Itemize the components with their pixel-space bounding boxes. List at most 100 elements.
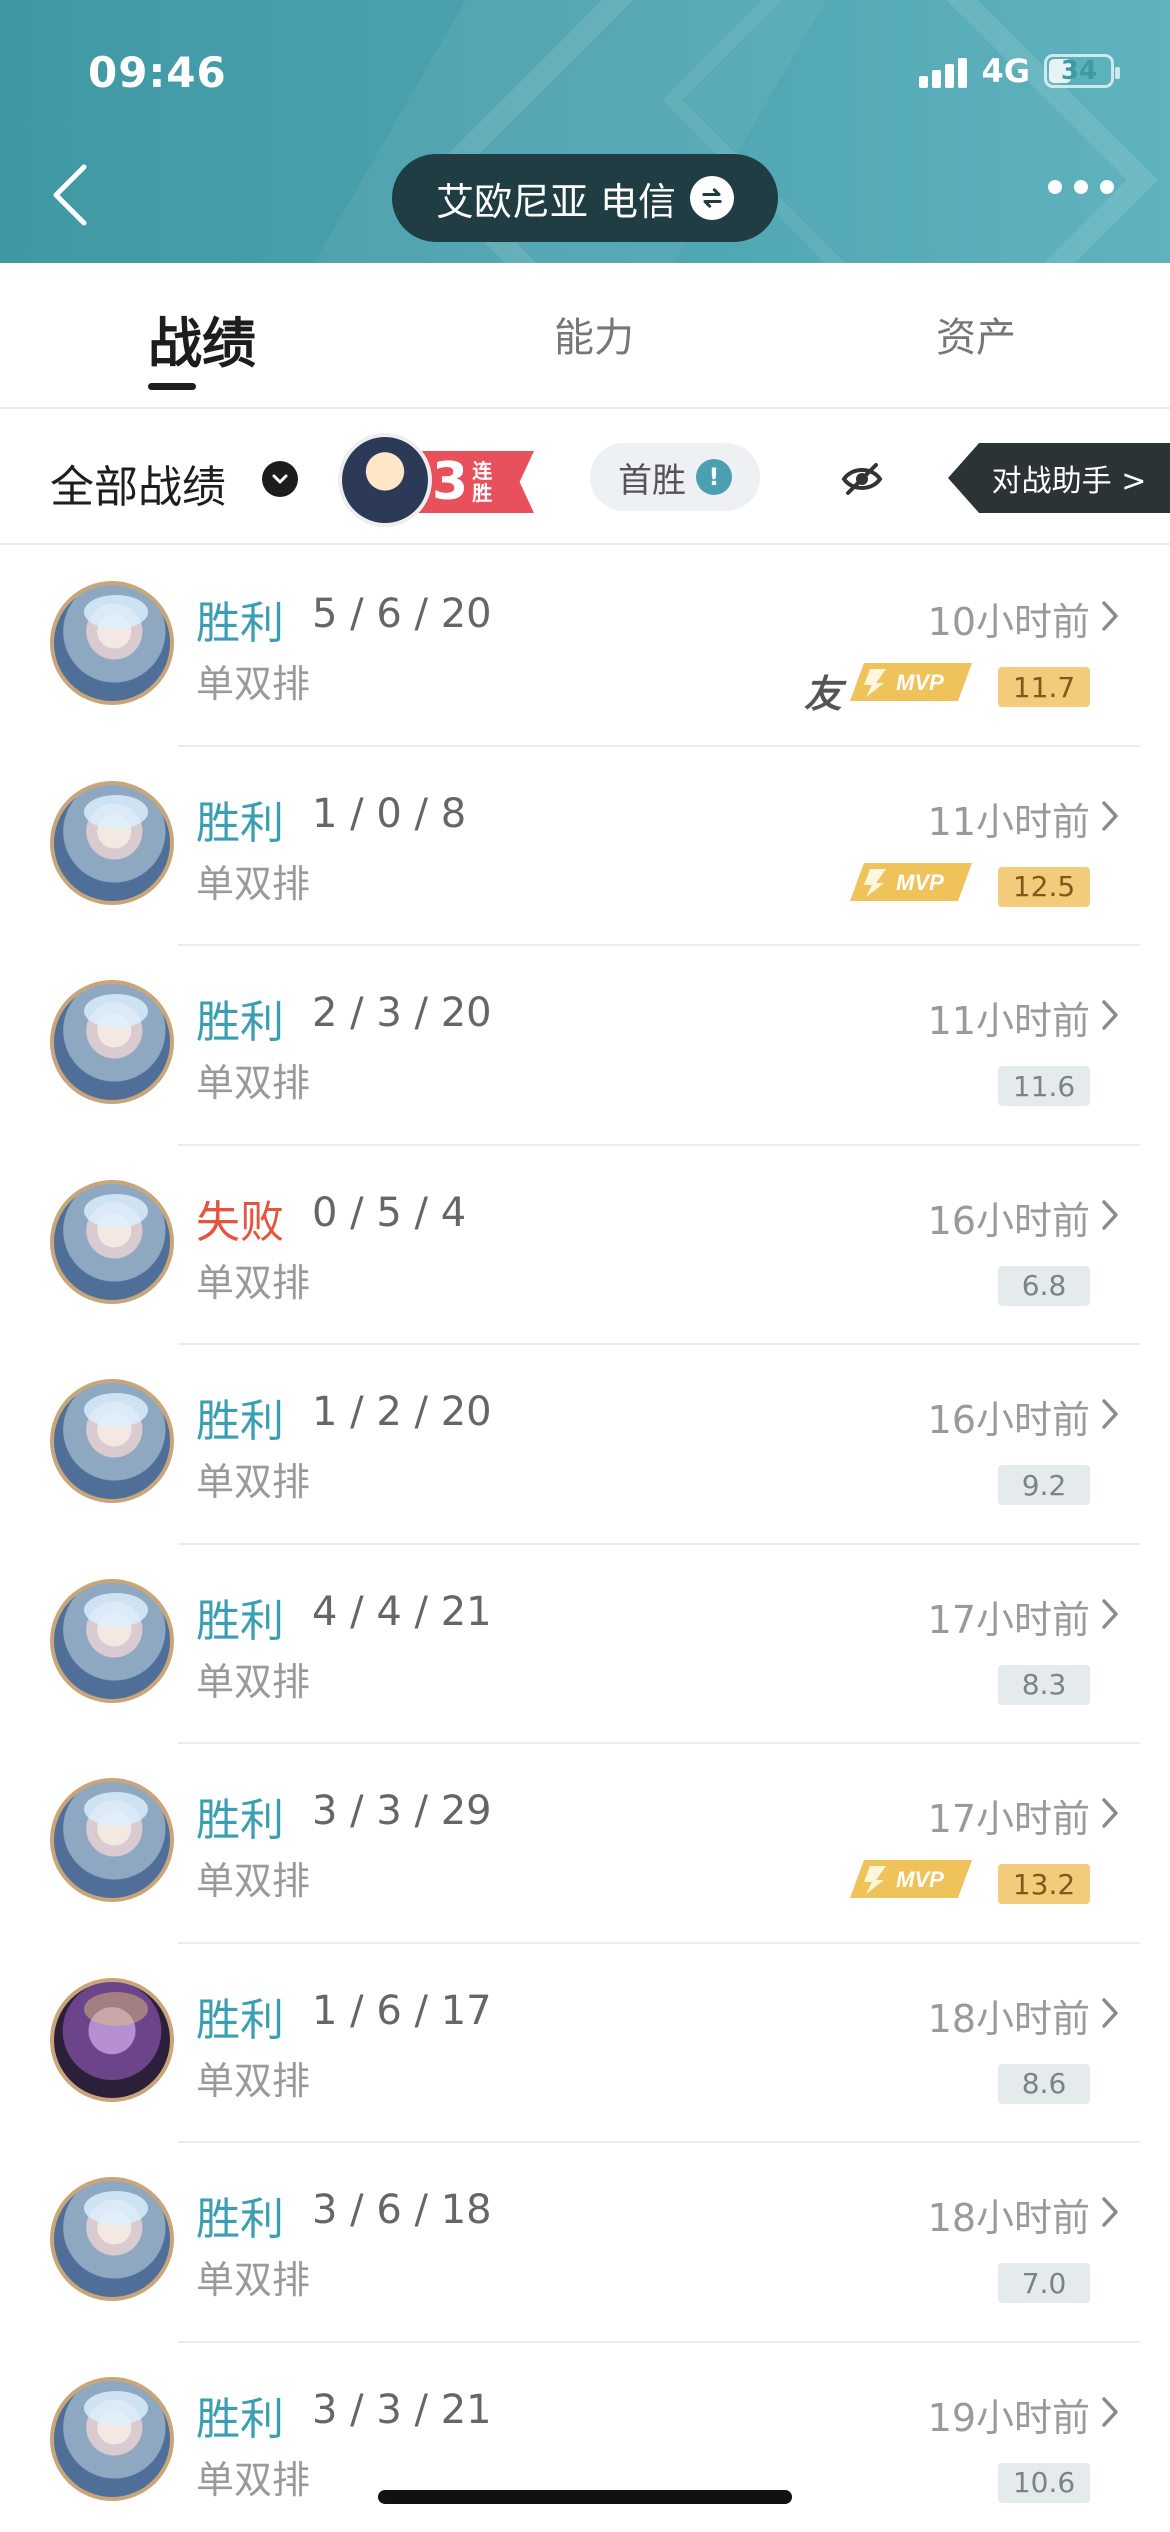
match-result: 失败: [196, 1196, 284, 1248]
match-row[interactable]: 胜利 1 / 2 / 20 单双排 16小时前 9.2: [0, 1345, 1170, 1545]
match-result: 胜利: [196, 1396, 284, 1447]
chevron-right-icon: [1102, 601, 1118, 631]
match-row[interactable]: 胜利 2 / 3 / 20 单双排 11小时前 11.6: [0, 946, 1170, 1146]
more-button[interactable]: [1048, 180, 1114, 194]
home-indicator: [378, 2490, 792, 2504]
battery-level: 34: [1060, 56, 1098, 86]
hero-avatar: [50, 1778, 174, 1902]
streak-text: 连胜: [472, 459, 493, 505]
match-result: 胜利: [196, 598, 284, 649]
first-win-button[interactable]: 首胜 !: [590, 443, 760, 511]
match-result: 胜利: [196, 1994, 284, 2046]
match-row[interactable]: 失败 0 / 5 / 4 单双排 16小时前 6.8: [0, 1146, 1170, 1345]
match-time: 18小时前: [927, 1996, 1090, 2041]
filter-bar: 全部战绩 3 连胜 首胜 ! 对战助手 >: [0, 411, 1170, 545]
match-mode: 单双排: [196, 1260, 311, 1305]
match-mode: 单双排: [196, 2258, 311, 2302]
battle-assistant-button[interactable]: 对战助手 >: [948, 443, 1170, 513]
match-row[interactable]: 胜利 1 / 0 / 8 单双排 11小时前 MVP 12.5: [0, 747, 1170, 946]
tab-bar: 战绩 能力 资产: [0, 263, 1170, 409]
match-result: 胜利: [196, 797, 284, 849]
tab-assets[interactable]: 资产: [936, 305, 1016, 363]
chevron-right-icon: [1102, 2197, 1118, 2227]
match-mode: 单双排: [196, 1460, 311, 1504]
chevron-right-icon: [1102, 1798, 1118, 1828]
record-filter-dropdown[interactable]: 全部战绩: [50, 451, 226, 515]
status-time: 09:46: [88, 48, 227, 97]
hero-avatar: [50, 2376, 174, 2501]
hero-avatar: [50, 1379, 174, 1503]
match-mode: 单双排: [196, 2058, 311, 2103]
hero-avatar: [50, 980, 174, 1104]
info-icon: !: [696, 459, 732, 495]
swap-icon: [690, 176, 735, 220]
match-score: 9.2: [998, 1465, 1090, 1505]
match-mode: 单双排: [196, 1659, 311, 1704]
match-kda: 1 / 2 / 20: [312, 1389, 492, 1435]
chevron-right-icon: [1102, 1199, 1118, 1230]
match-mode: 单双排: [196, 1061, 311, 1105]
win-streak-badge[interactable]: 3 连胜: [334, 427, 534, 531]
streak-count: 3: [432, 452, 469, 512]
mvp-icon: MVP: [850, 1860, 972, 1898]
streak-avatar: [338, 433, 432, 527]
match-time: 10小时前: [927, 600, 1090, 644]
back-button[interactable]: [40, 160, 100, 230]
mvp-icon: MVP: [850, 663, 972, 701]
match-row[interactable]: 胜利 1 / 6 / 17 单双排 18小时前 8.6: [0, 1944, 1170, 2143]
tab-ability[interactable]: 能力: [554, 305, 634, 363]
match-time: 17小时前: [927, 1797, 1090, 1841]
match-result: 胜利: [196, 1595, 284, 1647]
network-type: 4G: [981, 52, 1030, 90]
chevron-right-icon: [1102, 1598, 1118, 1629]
chevron-right-icon: [1102, 2396, 1118, 2427]
hero-avatar: [50, 1977, 174, 2102]
chevron-left-icon: [53, 164, 87, 226]
match-row[interactable]: 胜利 3 / 3 / 29 单双排 17小时前 MVP 13.2: [0, 1744, 1170, 1944]
match-kda: 1 / 0 / 8: [312, 790, 467, 837]
match-result: 胜利: [196, 997, 284, 1048]
server-switcher[interactable]: 艾欧尼亚 电信: [392, 154, 778, 242]
chevron-down-icon[interactable]: [262, 461, 298, 497]
signal-icon: [919, 54, 968, 88]
tab-record[interactable]: 战绩: [148, 299, 256, 378]
match-kda: 3 / 3 / 29: [312, 1788, 492, 1834]
match-list: 胜利 5 / 6 / 20 单双排 10小时前 友 MVP 11.7 胜利 1 …: [0, 547, 1170, 2532]
hero-avatar: [50, 581, 174, 705]
chevron-right-icon: [1102, 800, 1118, 831]
server-name: 艾欧尼亚 电信: [435, 179, 677, 224]
mvp-icon: MVP: [850, 862, 972, 901]
match-row[interactable]: 胜利 5 / 6 / 20 单双排 10小时前 友 MVP 11.7: [0, 547, 1170, 747]
match-time: 17小时前: [927, 1597, 1090, 1642]
match-time: 18小时前: [927, 2196, 1090, 2240]
match-result: 胜利: [196, 1795, 284, 1846]
match-row[interactable]: 胜利 4 / 4 / 21 单双排 17小时前 8.3: [0, 1545, 1170, 1744]
match-score: 11.7: [998, 667, 1090, 707]
match-kda: 2 / 3 / 20: [312, 990, 492, 1036]
hero-avatar: [50, 780, 174, 905]
chevron-right-icon: [1102, 1399, 1118, 1429]
match-mode: 单双排: [196, 662, 311, 706]
match-score: 11.6: [998, 1066, 1090, 1106]
eye-hidden-icon[interactable]: [840, 459, 884, 499]
svg-text:MVP: MVP: [896, 670, 944, 695]
match-result: 胜利: [196, 2194, 284, 2245]
match-time: 19小时前: [927, 2395, 1090, 2440]
match-score: 13.2: [998, 1864, 1090, 1904]
battery-icon: 34: [1044, 54, 1120, 88]
match-time: 16小时前: [927, 1398, 1090, 1442]
hero-avatar: [50, 2177, 174, 2301]
match-row[interactable]: 胜利 3 / 6 / 18 单双排 18小时前 7.0: [0, 2143, 1170, 2343]
header: 09:46 4G 34 艾欧尼亚 电信: [0, 0, 1170, 263]
match-score: 7.0: [998, 2263, 1090, 2303]
match-result: 胜利: [196, 2393, 284, 2445]
svg-text:MVP: MVP: [896, 1867, 944, 1892]
match-mode: 单双排: [196, 1859, 311, 1903]
first-win-label: 首胜: [618, 460, 686, 501]
status-icons: 4G 34: [919, 52, 1120, 90]
match-score: 8.3: [998, 1664, 1090, 1705]
hero-avatar: [50, 1179, 174, 1304]
chevron-right-icon: [1102, 1997, 1118, 2028]
match-score: 6.8: [998, 1265, 1090, 1306]
tab-active-indicator: [148, 383, 196, 390]
